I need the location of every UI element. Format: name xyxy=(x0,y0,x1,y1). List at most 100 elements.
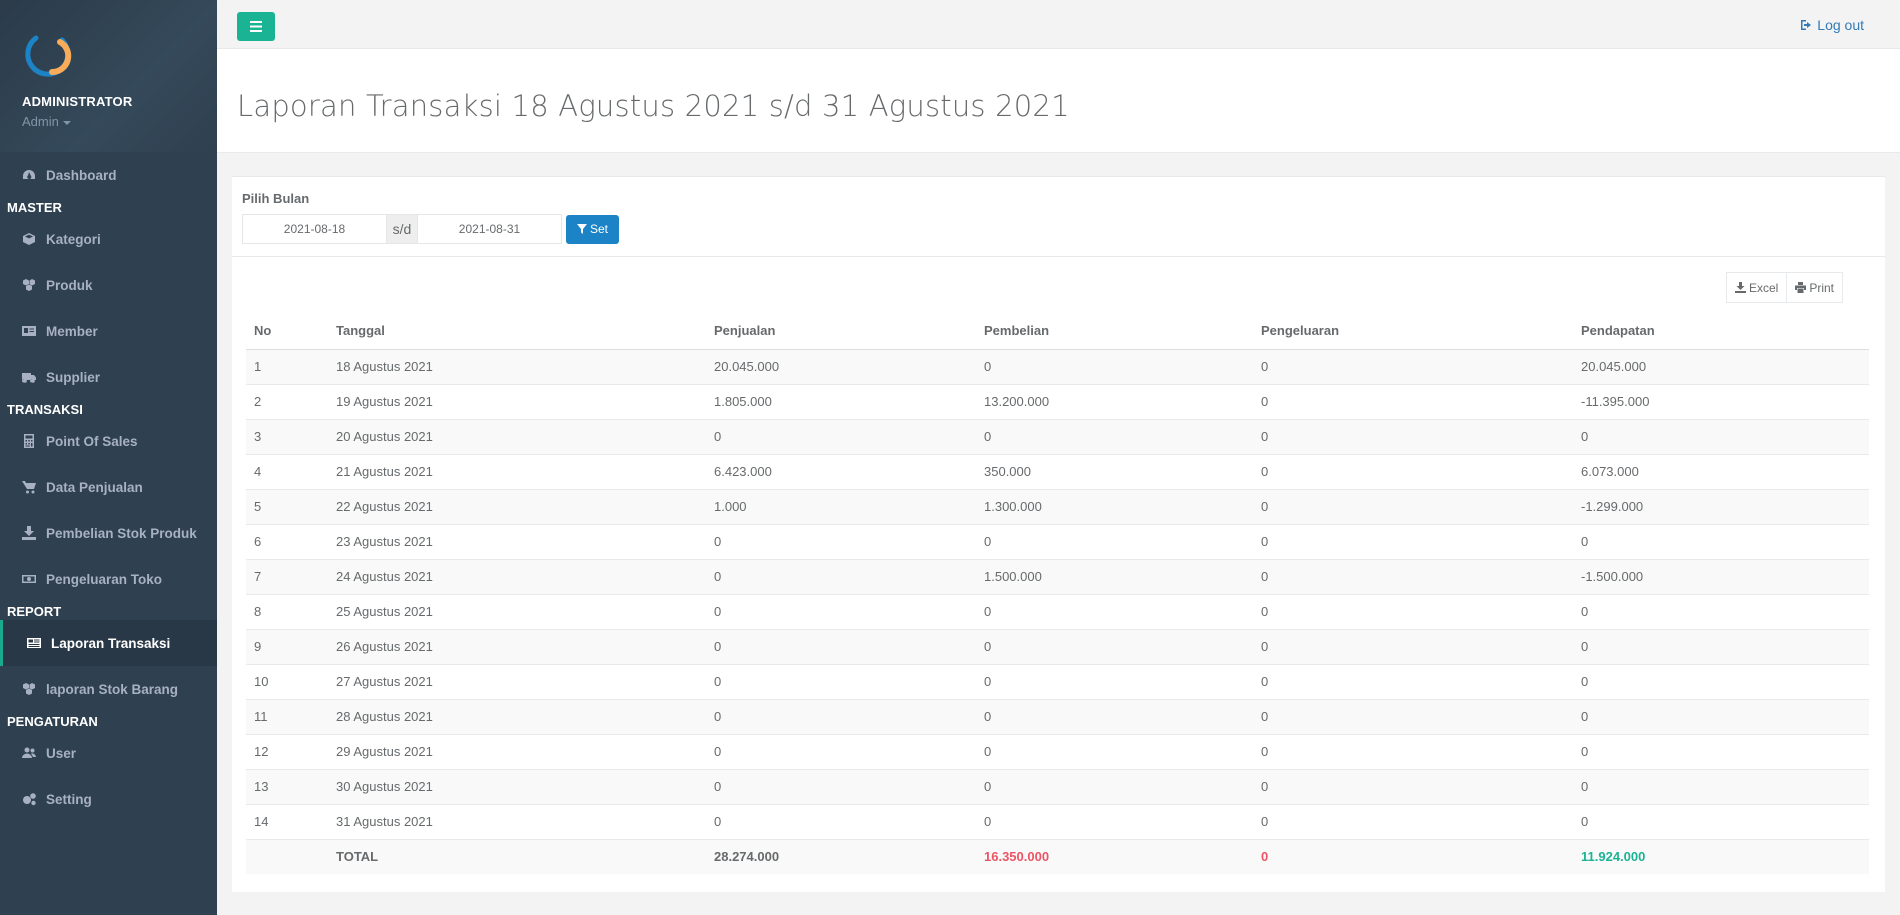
sidebar-item-member[interactable]: Member xyxy=(0,308,217,354)
sidebar-item-user[interactable]: User xyxy=(0,730,217,776)
id-card-icon xyxy=(22,324,36,338)
sidebar-item-label: Pengeluaran Toko xyxy=(46,571,163,587)
app-logo xyxy=(22,30,74,82)
cell-no: 1 xyxy=(246,348,328,384)
sidebar-item-label: Member xyxy=(46,323,98,339)
excel-export-button[interactable]: Excel xyxy=(1725,272,1788,303)
cell-penjualan: 0 xyxy=(706,803,976,839)
print-button[interactable]: Print xyxy=(1787,272,1843,303)
sidebar-item-pembelian-stok-produk[interactable]: Pembelian Stok Produk xyxy=(0,510,217,556)
sidebar-item-label: laporan Stok Barang xyxy=(46,681,179,697)
cogs-icon xyxy=(22,792,36,806)
cell-pengeluaran: 0 xyxy=(1253,663,1573,699)
sidebar-item-label: User xyxy=(46,745,77,761)
column-header-no: No xyxy=(246,312,328,350)
cell-no: 9 xyxy=(246,628,328,664)
set-filter-button[interactable]: Set xyxy=(566,214,620,244)
cell-pembelian: 0 xyxy=(976,348,1253,384)
cell-pembelian: 1.500.000 xyxy=(976,558,1253,594)
cell-pendapatan: 0 xyxy=(1573,523,1869,559)
top-navbar: Log out xyxy=(217,0,1900,49)
total-pendapatan: 11.924.000 xyxy=(1573,838,1869,874)
cell-no: 7 xyxy=(246,558,328,594)
cell-tanggal: 24 Agustus 2021 xyxy=(328,558,706,594)
cell-pengeluaran: 0 xyxy=(1253,418,1573,454)
cell-pengeluaran: 0 xyxy=(1253,698,1573,734)
cell-pembelian: 0 xyxy=(976,733,1253,769)
cell-tanggal: 25 Agustus 2021 xyxy=(328,593,706,629)
sidebar-item-label: Supplier xyxy=(46,369,101,385)
cell-no: 12 xyxy=(246,733,328,769)
sidebar-item-kategori[interactable]: Kategori xyxy=(0,216,217,262)
cell-no: 3 xyxy=(246,418,328,454)
sidebar-item-produk[interactable]: Produk xyxy=(0,262,217,308)
total-penjualan: 28.274.000 xyxy=(706,838,976,874)
sidebar-item-laporan-transaksi[interactable]: Laporan Transaksi xyxy=(0,620,217,666)
sidebar-item-pengeluaran-toko[interactable]: Pengeluaran Toko xyxy=(0,556,217,602)
logout-link[interactable]: Log out xyxy=(1800,17,1864,33)
cell-pengeluaran: 0 xyxy=(1253,768,1573,804)
column-header-pengeluaran: Pengeluaran xyxy=(1253,312,1573,350)
sidebar-item-point-of-sales[interactable]: Point Of Sales xyxy=(0,418,217,464)
cell-pembelian: 0 xyxy=(976,593,1253,629)
sidebar-nav: Dashboard MASTER Kategori Produk Member Suppl… xyxy=(0,152,217,822)
truck-icon xyxy=(22,370,36,384)
excel-label: Excel xyxy=(1748,280,1779,295)
table-row: 7 24 Agustus 2021 0 1.500.000 0 -1.500.000 xyxy=(246,558,1869,594)
cell-no: 4 xyxy=(246,453,328,489)
cell-tanggal: 19 Agustus 2021 xyxy=(328,383,706,419)
profile-role-dropdown[interactable]: Admin xyxy=(22,114,217,129)
cell-pendapatan: -1.500.000 xyxy=(1573,558,1869,594)
table-row: 4 21 Agustus 2021 6.423.000 350.000 0 6.073.0… xyxy=(246,453,1869,489)
table-row: 10 27 Agustus 2021 0 0 0 0 xyxy=(246,663,1869,699)
table-row: 6 23 Agustus 2021 0 0 0 0 xyxy=(246,523,1869,559)
cubes-icon xyxy=(22,682,36,696)
sidebar: ADMINISTRATOR Admin Dashboard MASTER Kateg… xyxy=(0,0,217,915)
cell-tanggal: 23 Agustus 2021 xyxy=(328,523,706,559)
set-button-label: Set xyxy=(590,222,609,236)
profile-role-label: Admin xyxy=(22,114,59,129)
cell-pendapatan: 0 xyxy=(1573,418,1869,454)
table-row: 5 22 Agustus 2021 1.000 1.300.000 0 -1.299.00… xyxy=(246,488,1869,524)
cell-penjualan: 0 xyxy=(706,523,976,559)
cell-pengeluaran: 0 xyxy=(1253,803,1573,839)
cubes-icon xyxy=(22,278,36,292)
cell-tanggal: 20 Agustus 2021 xyxy=(328,418,706,454)
page-heading: Laporan Transaksi 18 Agustus 2021 s/d 31… xyxy=(217,49,1900,153)
cell-pengeluaran: 0 xyxy=(1253,558,1573,594)
sidebar-item-laporan-stok-barang[interactable]: laporan Stok Barang xyxy=(0,666,217,712)
date-range-separator: s/d xyxy=(387,214,417,244)
column-header-pembelian: Pembelian xyxy=(976,312,1253,350)
sidebar-item-setting[interactable]: Setting xyxy=(0,776,217,822)
table-header-row: No Tanggal Penjualan Pembelian Pengeluar… xyxy=(246,312,1869,350)
cell-pembelian: 0 xyxy=(976,628,1253,664)
cell-penjualan: 20.045.000 xyxy=(706,348,976,384)
cell-tanggal: 18 Agustus 2021 xyxy=(328,348,706,384)
sidebar-toggle-button[interactable] xyxy=(237,12,275,41)
cell-no: 10 xyxy=(246,663,328,699)
cell-pendapatan: 6.073.000 xyxy=(1573,453,1869,489)
cell-penjualan: 0 xyxy=(706,558,976,594)
end-date-input[interactable] xyxy=(417,214,562,244)
hamburger-icon xyxy=(250,21,262,32)
cell-pendapatan: 0 xyxy=(1573,768,1869,804)
filter-icon xyxy=(577,224,587,234)
sidebar-item-dashboard[interactable]: Dashboard xyxy=(0,152,217,198)
sidebar-item-supplier[interactable]: Supplier xyxy=(0,354,217,400)
sidebar-item-label: Setting xyxy=(46,791,92,807)
sign-out-icon xyxy=(1801,20,1812,30)
table-total-row: TOTAL 28.274.000 16.350.000 0 11.924.000 xyxy=(246,838,1869,874)
cell-no: 2 xyxy=(246,383,328,419)
cart-icon xyxy=(22,480,36,494)
dashboard-icon xyxy=(22,168,36,182)
start-date-input[interactable] xyxy=(242,214,387,244)
report-panel: Pilih Bulan s/d Set Excel Print No xyxy=(232,176,1885,892)
calculator-icon xyxy=(22,434,36,448)
users-icon xyxy=(22,746,36,760)
cell-tanggal: 28 Agustus 2021 xyxy=(328,698,706,734)
sidebar-item-label: Data Penjualan xyxy=(46,479,143,495)
sidebar-item-data-penjualan[interactable]: Data Penjualan xyxy=(0,464,217,510)
cell-penjualan: 0 xyxy=(706,628,976,664)
cell-tanggal: 30 Agustus 2021 xyxy=(328,768,706,804)
profile-name: ADMINISTRATOR xyxy=(22,94,133,109)
